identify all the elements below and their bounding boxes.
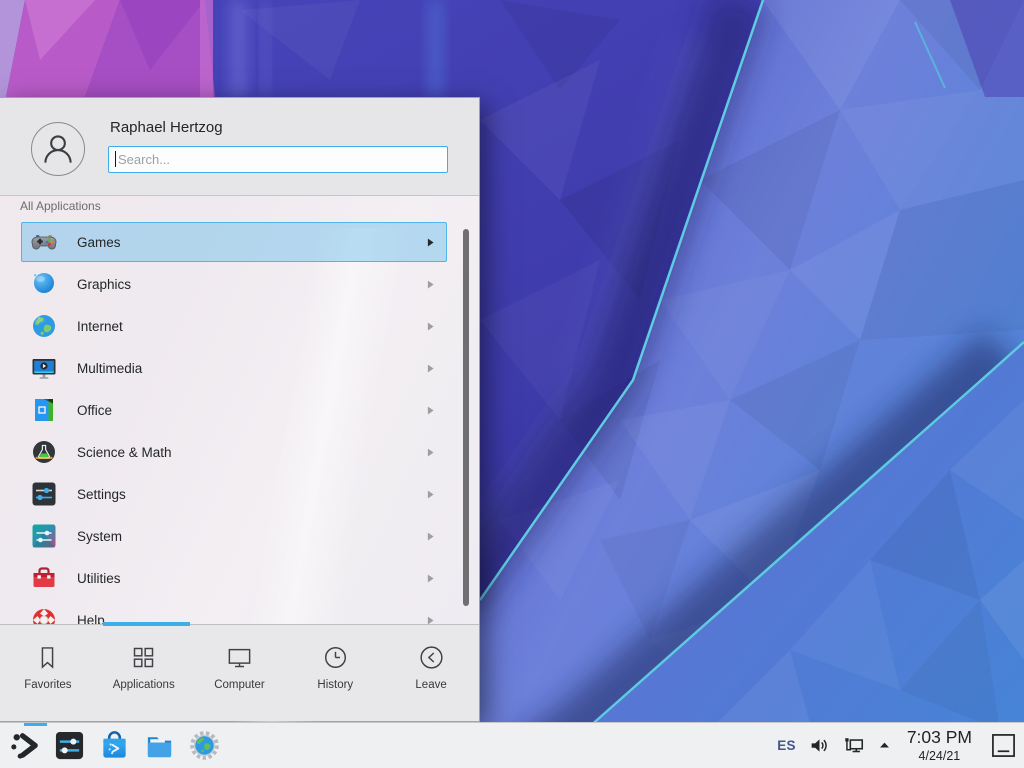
show-desktop-button[interactable]: [988, 723, 1018, 768]
kde-launcher-icon: [9, 730, 40, 761]
applications-icon: [130, 644, 157, 671]
category-label: Multimedia: [77, 361, 142, 376]
utilities-icon: [31, 565, 57, 591]
settings-icon: [31, 481, 57, 507]
history-icon: [322, 644, 349, 671]
category-row-settings[interactable]: Settings: [21, 474, 447, 514]
digital-clock[interactable]: 7:03 PM 4/24/21: [907, 729, 972, 762]
system-settings-icon: [54, 730, 85, 761]
submenu-arrow-icon: [427, 406, 434, 415]
internet-icon: [31, 313, 57, 339]
taskbar-panel: ES 7:03 PM 4/24/21: [0, 722, 1024, 768]
category-row-internet[interactable]: Internet: [21, 306, 447, 346]
graphics-icon: [31, 271, 57, 297]
tab-label: Favorites: [24, 679, 71, 691]
system-icon: [31, 523, 57, 549]
submenu-arrow-icon: [427, 364, 434, 373]
tab-leave[interactable]: Leave: [383, 644, 479, 721]
application-launcher-popup: Raphael Hertzog All Applications Games Gr…: [0, 97, 480, 722]
category-label: System: [77, 529, 122, 544]
submenu-arrow-icon: [427, 532, 434, 541]
text-caret: [115, 151, 116, 167]
submenu-arrow-icon: [427, 280, 434, 289]
scrollbar-thumb[interactable]: [463, 229, 469, 606]
tab-label: Computer: [214, 679, 265, 691]
multimedia-icon: [31, 355, 57, 381]
user-name: Raphael Hertzog: [110, 119, 223, 136]
category-row-science-math[interactable]: Science & Math: [21, 432, 447, 472]
volume-icon[interactable]: [809, 735, 830, 756]
category-row-multimedia[interactable]: Multimedia: [21, 348, 447, 388]
category-label: Office: [77, 403, 112, 418]
category-row-office[interactable]: Office: [21, 390, 447, 430]
discover-button[interactable]: [98, 725, 130, 767]
tab-label: History: [317, 679, 353, 691]
submenu-arrow-icon: [427, 490, 434, 499]
category-row-system[interactable]: System: [21, 516, 447, 556]
taskbar-apps: [8, 723, 220, 768]
submenu-arrow-icon: [427, 448, 434, 457]
category-row-graphics[interactable]: Graphics: [21, 264, 447, 304]
submenu-arrow-icon: [427, 238, 434, 247]
user-avatar-icon: [37, 128, 79, 170]
category-row-utilities[interactable]: Utilities: [21, 558, 447, 598]
discover-icon: [99, 730, 130, 761]
active-tab-indicator: [103, 622, 190, 626]
launcher-tab-bar: Favorites Applications Computer History Leav…: [0, 624, 479, 721]
category-label: Games: [77, 235, 121, 250]
office-icon: [31, 397, 57, 423]
category-list: Games Graphics Internet Multimedia Office Sci…: [21, 222, 447, 629]
show-desktop-icon: [991, 733, 1016, 758]
submenu-arrow-icon: [427, 322, 434, 331]
category-label: Utilities: [77, 571, 121, 586]
submenu-arrow-icon: [427, 574, 434, 583]
clock-time: 7:03 PM: [907, 729, 972, 747]
leave-icon: [418, 644, 445, 671]
computer-icon: [226, 644, 253, 671]
launcher-header: Raphael Hertzog: [0, 98, 479, 196]
dolphin-folder-icon: [144, 730, 175, 761]
tab-label: Leave: [415, 679, 446, 691]
expand-tray-icon[interactable]: [878, 739, 891, 752]
favorites-icon: [34, 644, 61, 671]
tab-computer[interactable]: Computer: [192, 644, 288, 721]
section-label: All Applications: [20, 199, 101, 213]
tab-applications[interactable]: Applications: [96, 644, 192, 721]
user-avatar[interactable]: [31, 122, 85, 176]
category-label: Science & Math: [77, 445, 172, 460]
games-icon: [31, 229, 57, 255]
category-label: Internet: [77, 319, 123, 334]
system-tray: ES 7:03 PM 4/24/21: [777, 723, 1018, 768]
network-icon[interactable]: [843, 735, 865, 757]
web-browser-button[interactable]: [188, 725, 220, 767]
science-icon: [31, 439, 57, 465]
tab-favorites[interactable]: Favorites: [0, 644, 96, 721]
category-label: Graphics: [77, 277, 131, 292]
keyboard-layout-indicator[interactable]: ES: [777, 738, 796, 753]
search-input[interactable]: [108, 146, 448, 173]
globe-browser-icon: [189, 730, 220, 761]
file-manager-button[interactable]: [143, 725, 175, 767]
application-launcher-button[interactable]: [8, 725, 40, 767]
clock-date: 4/24/21: [907, 750, 972, 763]
category-label: Settings: [77, 487, 126, 502]
tab-history[interactable]: History: [287, 644, 383, 721]
system-settings-button[interactable]: [53, 725, 85, 767]
category-row-games[interactable]: Games: [21, 222, 447, 262]
tab-label: Applications: [113, 679, 175, 691]
